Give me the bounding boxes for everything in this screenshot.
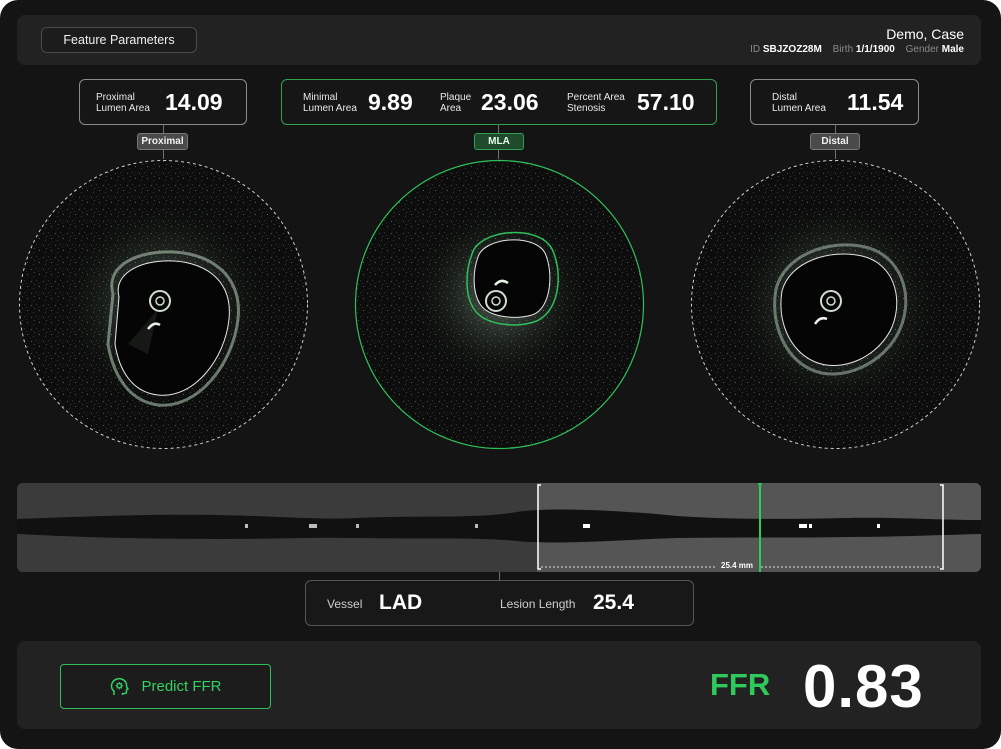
proximal-frame-tag[interactable]: Proximal: [137, 133, 188, 150]
distal-connector: [835, 125, 836, 133]
longitudinal-image: [17, 483, 981, 572]
proximal-lumen-area-value: 14.09: [165, 89, 223, 115]
feature-parameters-button[interactable]: Feature Parameters: [41, 27, 197, 53]
distal-connector-lower: [835, 150, 836, 159]
distal-lumen-area-value: 11.54: [847, 89, 904, 115]
distal-ivus-image[interactable]: [690, 159, 981, 450]
head-gear-icon: [111, 677, 130, 695]
minimal-lumen-area-label: Minimal Lumen Area: [303, 92, 357, 114]
birth-label: Birth: [832, 44, 854, 55]
marker-tick: [245, 524, 248, 528]
header-bar: Feature Parameters Demo, Case ID SBJZOZ2…: [17, 15, 981, 65]
gender-label: Gender: [905, 44, 939, 55]
id-value: SBJZOZ28M: [762, 44, 822, 55]
vessel-label: Vessel: [327, 597, 363, 611]
proximal-connector-lower: [163, 150, 164, 159]
mla-frame-tag[interactable]: MLA: [474, 133, 524, 150]
predict-ffr-label: Predict FFR: [141, 678, 222, 695]
id-label: ID: [750, 44, 761, 55]
lesion-length-measure: 25.4 mm: [721, 561, 754, 570]
mla-connector-lower: [498, 150, 499, 159]
distal-lumen-area-label: Distal Lumen Area: [772, 92, 826, 114]
proximal-ivus-image[interactable]: [18, 159, 309, 450]
birth-value: 1/1/1900: [855, 44, 895, 55]
distal-frame-tag[interactable]: Distal: [810, 133, 860, 150]
lesion-length-value: 25.4: [593, 591, 634, 614]
patient-name: Demo, Case: [886, 26, 964, 42]
vessel-value: LAD: [379, 591, 423, 614]
minimal-lumen-area-value: 9.89: [368, 89, 413, 115]
mla-ivus-image[interactable]: [354, 159, 645, 450]
marker-tick: [877, 524, 880, 528]
marker-tick: [475, 524, 478, 528]
marker-tick: [809, 524, 812, 528]
vessel-info-panel: Vessel LAD Lesion Length 25.4: [305, 580, 694, 626]
plaque-area-label: Plaque Area: [440, 92, 472, 114]
lesion-length-label: Lesion Length: [500, 597, 576, 611]
marker-tick: [799, 524, 807, 528]
ffr-value: 0.83: [803, 653, 924, 720]
percent-area-stenosis-label: Percent Area Stenosis: [567, 92, 625, 114]
longitudinal-view[interactable]: 25.4 mm: [17, 483, 981, 572]
prediction-bar: Predict FFR FFR 0.83: [17, 641, 981, 729]
predict-ffr-button[interactable]: Predict FFR: [60, 664, 271, 709]
marker-tick: [356, 524, 359, 528]
proximal-metric-card: Proximal Lumen Area 14.09: [79, 79, 247, 125]
proximal-connector: [163, 125, 164, 133]
mla-connector: [498, 125, 499, 133]
mla-metric-card: Minimal Lumen Area 9.89 Plaque Area 23.0…: [281, 79, 717, 125]
marker-tick: [583, 524, 590, 528]
vessel-panel-connector: [499, 572, 500, 580]
distal-metric-card: Distal Lumen Area 11.54: [750, 79, 919, 125]
lumen-contour: [473, 239, 551, 318]
gender-value: Male: [941, 44, 964, 55]
ffr-label: FFR: [710, 667, 771, 702]
app-window: Feature Parameters Demo, Case ID SBJZOZ2…: [0, 0, 1001, 749]
patient-meta: ID SBJZOZ28M Birth 1/1/1900 Gender Male: [750, 44, 964, 55]
plaque-area-value: 23.06: [481, 89, 539, 115]
percent-area-stenosis-value: 57.10: [637, 89, 695, 115]
proximal-lumen-area-label: Proximal Lumen Area: [96, 92, 150, 114]
marker-tick: [309, 524, 317, 528]
